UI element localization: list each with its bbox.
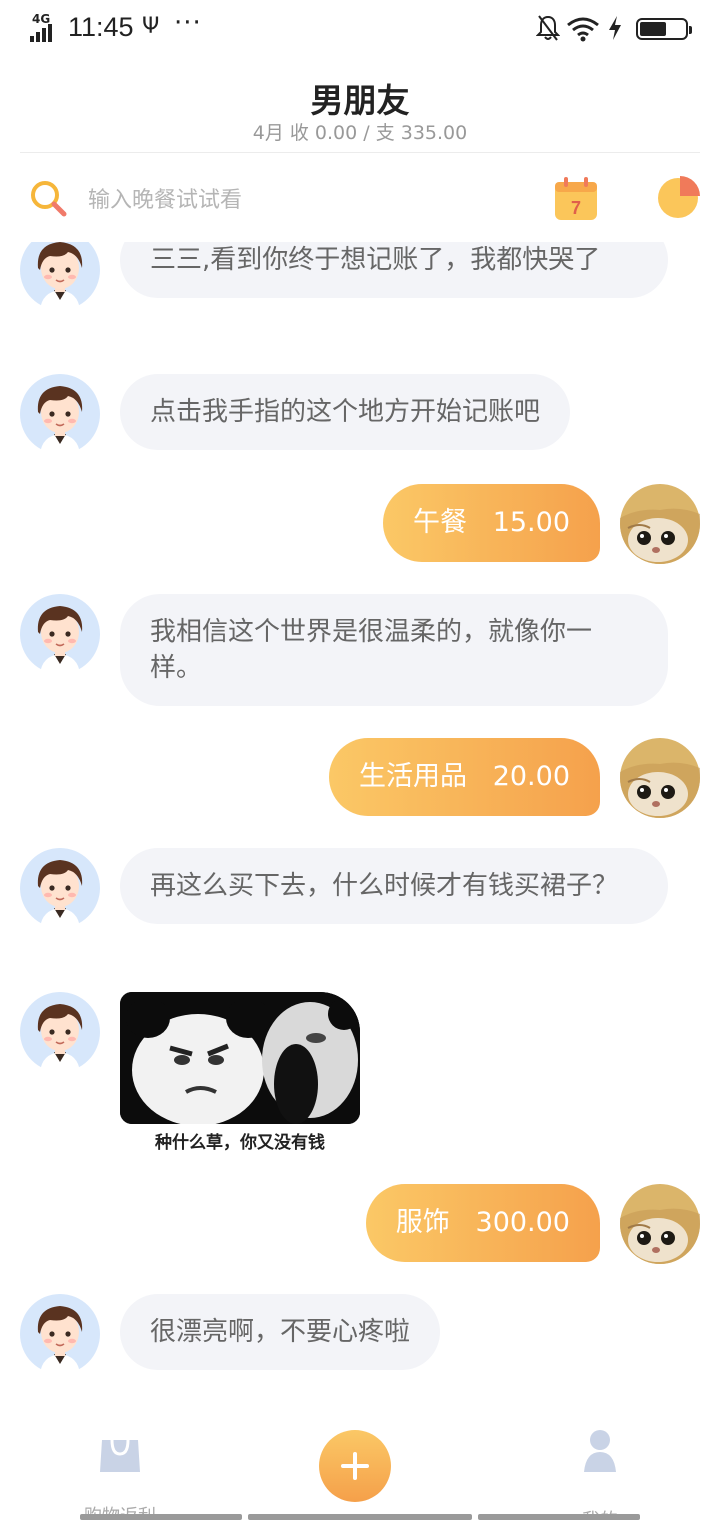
month-summary: 4月 收 0.00 / 支 335.00 [252, 122, 468, 144]
message-bubble[interactable]: 很漂亮啊，不要心疼啦 [120, 1294, 441, 1370]
search-icon[interactable] [28, 178, 70, 220]
header-divider [20, 152, 700, 153]
status-bar: 4G 11:45 Ψ ··· [0, 0, 720, 58]
user-avatar[interactable] [620, 738, 700, 818]
chat-list[interactable]: 三三,看到你终于想记账了，我都快哭了 点击我手指的这个地方开始记账吧 午餐 15… [0, 242, 720, 1402]
expense-record-bubble[interactable]: 生活用品 20.00 [328, 738, 600, 816]
bottom-nav: 购物返利 我的 [0, 1402, 720, 1520]
expense-record-bubble[interactable]: 服饰 300.00 [365, 1184, 600, 1262]
more-notifications-icon: ··· [174, 8, 202, 38]
message-bubble[interactable]: 三三,看到你终于想记账了，我都快哭了 [120, 242, 668, 298]
boyfriend-avatar[interactable] [20, 992, 100, 1072]
shopping-bag-icon [100, 1439, 140, 1472]
page-title: 男朋友 [310, 81, 410, 120]
battery-icon [636, 18, 692, 40]
boyfriend-avatar[interactable] [20, 242, 100, 310]
calendar-icon[interactable]: 7 [553, 176, 599, 222]
wifi-icon [567, 17, 599, 42]
message-bubble[interactable]: 再这么买下去，什么时候才有钱买裙子？ [120, 848, 668, 924]
meme-sticker[interactable]: 种什么草，你又没有钱 [120, 992, 360, 1156]
pie-chart-icon[interactable] [656, 176, 700, 220]
calendar-day: 7 [571, 198, 581, 218]
add-record-button[interactable] [319, 1430, 391, 1502]
message-bubble[interactable]: 我相信这个世界是很温柔的，就像你一样。 [120, 594, 668, 706]
user-avatar[interactable] [620, 1184, 700, 1264]
meme-caption: 种什么草，你又没有钱 [155, 1133, 325, 1153]
user-avatar[interactable] [620, 484, 700, 564]
message-bubble[interactable]: 点击我手指的这个地方开始记账吧 [120, 374, 571, 450]
search-input[interactable] [88, 180, 388, 220]
usb-icon: Ψ [142, 14, 160, 39]
expense-record-bubble[interactable]: 午餐 15.00 [382, 484, 600, 562]
boyfriend-avatar[interactable] [20, 594, 100, 674]
boyfriend-avatar[interactable] [20, 1294, 100, 1374]
home-indicator [0, 1514, 720, 1520]
status-time: 11:45 [68, 12, 134, 42]
nav-me[interactable]: 我的 [550, 1422, 650, 1520]
panda-meme-image [120, 992, 360, 1124]
profile-icon [584, 1430, 616, 1472]
charging-icon [609, 16, 621, 40]
boyfriend-avatar[interactable] [20, 374, 100, 454]
boyfriend-avatar[interactable] [20, 848, 100, 928]
cellular-signal-icon: 4G [30, 12, 58, 42]
bell-off-icon [536, 15, 560, 41]
nav-shopping-rebate[interactable]: 购物返利 [70, 1422, 170, 1520]
